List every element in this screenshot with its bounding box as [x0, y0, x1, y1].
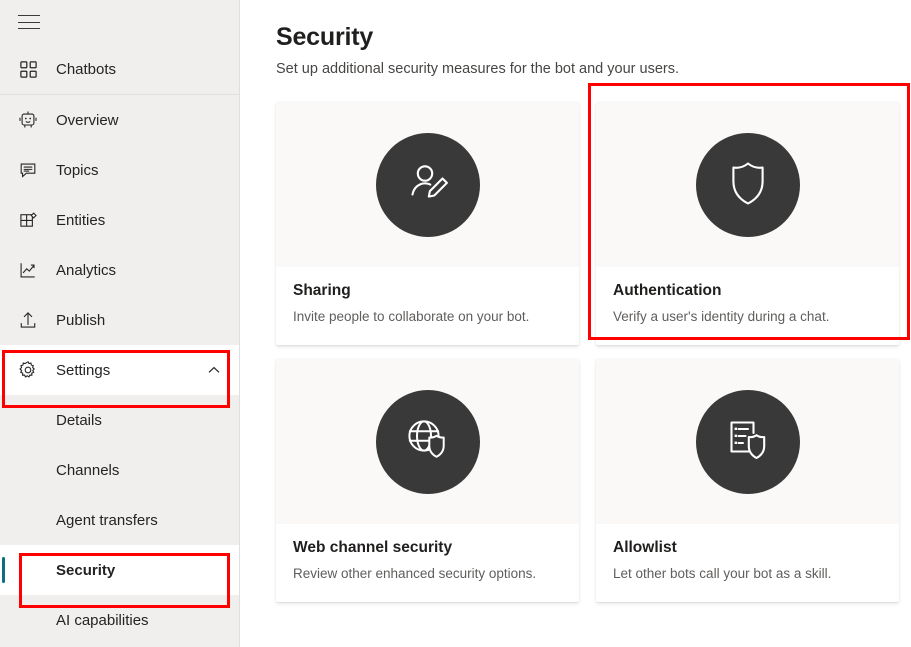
sidebar-item-label: Analytics — [56, 262, 116, 279]
card-icon-circle — [376, 133, 480, 237]
sidebar-subitem-agent-transfers[interactable]: Agent transfers — [0, 495, 239, 545]
list-shield-icon — [721, 412, 775, 471]
card-body: Sharing Invite people to collaborate on … — [276, 267, 579, 345]
app-root: Chatbots Overview — [0, 0, 911, 647]
card-allowlist[interactable]: Allowlist Let other bots call your bot a… — [596, 359, 899, 602]
globe-shield-icon — [401, 412, 455, 471]
card-body: Authentication Verify a user's identity … — [596, 267, 899, 345]
sidebar-subitem-label: AI capabilities — [56, 612, 149, 629]
card-title: Sharing — [293, 281, 562, 301]
card-icon-circle — [696, 390, 800, 494]
hamburger-menu-icon[interactable] — [18, 15, 40, 29]
grid-apps-icon — [14, 55, 42, 83]
sidebar-subitem-details[interactable]: Details — [0, 395, 239, 445]
sidebar-item-label: Overview — [56, 112, 119, 129]
page-title: Security — [276, 22, 911, 52]
sidebar-subitem-channels[interactable]: Channels — [0, 445, 239, 495]
card-icon-circle — [376, 390, 480, 494]
sidebar-subitem-label: Details — [56, 412, 102, 429]
sidebar: Chatbots Overview — [0, 0, 240, 647]
card-media — [276, 102, 579, 267]
card-media — [596, 102, 899, 267]
sidebar-subitem-label: Channels — [56, 462, 119, 479]
sidebar-subitem-ai-capabilities[interactable]: AI capabilities — [0, 595, 239, 645]
card-body: Web channel security Review other enhanc… — [276, 524, 579, 602]
sidebar-item-topics[interactable]: Topics — [0, 145, 239, 195]
card-authentication[interactable]: Authentication Verify a user's identity … — [596, 102, 899, 345]
card-media — [276, 359, 579, 524]
sidebar-item-entities[interactable]: Entities — [0, 195, 239, 245]
card-body: Allowlist Let other bots call your bot a… — [596, 524, 899, 602]
chevron-up-icon[interactable] — [207, 363, 221, 377]
card-icon-circle — [696, 133, 800, 237]
sidebar-subitem-security[interactable]: Security — [0, 545, 239, 595]
analytics-chart-icon — [14, 256, 42, 284]
card-title: Authentication — [613, 281, 882, 301]
card-web-channel-security[interactable]: Web channel security Review other enhanc… — [276, 359, 579, 602]
person-edit-icon — [401, 155, 455, 214]
card-title: Web channel security — [293, 538, 562, 558]
card-description: Invite people to collaborate on your bot… — [293, 307, 562, 326]
sidebar-subitem-label: Security — [56, 562, 115, 579]
sidebar-item-settings[interactable]: Settings — [0, 345, 239, 395]
gear-icon — [14, 356, 42, 384]
sidebar-item-analytics[interactable]: Analytics — [0, 245, 239, 295]
sidebar-item-label: Topics — [56, 162, 99, 179]
card-description: Let other bots call your bot as a skill. — [613, 564, 882, 583]
card-description: Review other enhanced security options. — [293, 564, 562, 583]
bot-icon — [14, 106, 42, 134]
sidebar-item-label: Settings — [56, 362, 110, 379]
security-card-grid: Sharing Invite people to collaborate on … — [276, 102, 906, 602]
shield-icon — [722, 155, 774, 214]
sidebar-item-label: Entities — [56, 212, 105, 229]
sidebar-item-label: Publish — [56, 312, 105, 329]
sidebar-item-label: Chatbots — [56, 61, 116, 78]
sidebar-subitem-label: Agent transfers — [56, 512, 158, 529]
selection-indicator — [2, 557, 5, 583]
main-content: Security Set up additional security meas… — [240, 0, 911, 647]
card-media — [596, 359, 899, 524]
sidebar-item-publish[interactable]: Publish — [0, 295, 239, 345]
card-description: Verify a user's identity during a chat. — [613, 307, 882, 326]
publish-upload-icon — [14, 306, 42, 334]
page-subtitle: Set up additional security measures for … — [276, 59, 911, 79]
sidebar-item-chatbots[interactable]: Chatbots — [0, 44, 239, 94]
card-sharing[interactable]: Sharing Invite people to collaborate on … — [276, 102, 579, 345]
entities-icon — [14, 206, 42, 234]
hamburger-row — [0, 0, 239, 44]
card-title: Allowlist — [613, 538, 882, 558]
chat-bubble-icon — [14, 156, 42, 184]
sidebar-item-overview[interactable]: Overview — [0, 95, 239, 145]
